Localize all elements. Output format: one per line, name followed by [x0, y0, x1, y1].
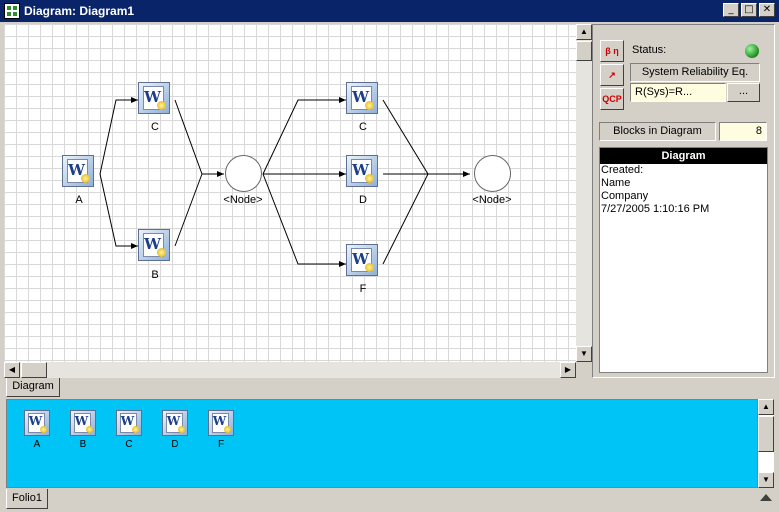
blocks-in-diagram-label: Blocks in Diagram — [599, 122, 716, 141]
tab-folio1[interactable]: Folio1 — [6, 489, 48, 509]
diagram-info-box: Diagram Created: Name Company 7/27/2005 … — [599, 147, 768, 373]
scrollbar-corner — [576, 362, 592, 378]
weibull-block-icon: W — [208, 410, 234, 436]
weibull-block-icon: W — [346, 82, 378, 114]
weibull-block-icon: W — [138, 229, 170, 261]
folio-item-f[interactable]: W — [208, 410, 234, 436]
info-created: Created: — [601, 164, 644, 176]
block-c1[interactable]: W — [138, 82, 172, 116]
equation-ellipsis-button[interactable]: ... — [727, 83, 760, 102]
weibull-block-icon: W — [346, 244, 378, 276]
block-b[interactable]: W — [138, 229, 172, 263]
block-d[interactable]: W — [346, 155, 380, 189]
folio-item-a[interactable]: W — [24, 410, 50, 436]
folio-scroll-thumb[interactable] — [758, 416, 774, 452]
weibull-block-icon: W — [70, 410, 96, 436]
block-label: D — [359, 194, 367, 206]
tab-diagram[interactable]: Diagram — [6, 378, 60, 397]
scroll-up-arrow-icon[interactable]: ▲ — [576, 24, 592, 40]
maximize-button[interactable]: □ — [741, 3, 757, 17]
block-label: F — [359, 283, 367, 295]
info-name: Name — [601, 177, 631, 189]
folio-item-label: D — [171, 439, 179, 450]
expand-arrow-icon[interactable] — [760, 494, 772, 501]
plot-tool-button[interactable]: ↗ — [600, 64, 624, 86]
diagram-app-icon — [4, 3, 20, 19]
scroll-down-arrow-icon[interactable]: ▼ — [758, 472, 774, 488]
diagram-canvas[interactable]: W A W C W B <Node> W C W D W F <Node> — [4, 24, 576, 362]
info-company: Company — [601, 190, 649, 202]
folio-vertical-scrollbar[interactable]: ▲ ▼ — [758, 399, 774, 488]
weibull-block-icon: W — [116, 410, 142, 436]
close-button[interactable]: ✕ — [759, 3, 775, 17]
weibull-block-icon: W — [138, 82, 170, 114]
weibull-block-icon: W — [346, 155, 378, 187]
status-label: Status: — [632, 44, 667, 56]
folio-item-label: F — [217, 439, 225, 450]
folio-item-label: A — [33, 439, 41, 450]
block-f[interactable]: W — [346, 244, 380, 278]
folio-panel[interactable]: W A W B W C W D W F — [6, 399, 758, 488]
weibull-block-icon: W — [162, 410, 188, 436]
node-label: <Node> — [472, 194, 512, 206]
distribution-tool-button[interactable]: β η — [600, 40, 624, 62]
horizontal-scroll-thumb[interactable] — [21, 362, 47, 378]
block-a[interactable]: W — [62, 155, 96, 189]
folio-item-b[interactable]: W — [70, 410, 96, 436]
node-2[interactable] — [474, 155, 511, 192]
folio-item-c[interactable]: W — [116, 410, 142, 436]
vertical-scroll-thumb[interactable] — [576, 41, 592, 61]
node-1[interactable] — [225, 155, 262, 192]
connection-lines — [99, 97, 470, 267]
info-date: 7/27/2005 1:10:16 PM — [601, 203, 710, 215]
window-title-bar[interactable]: Diagram: Diagram1 _ □ ✕ — [0, 0, 779, 22]
minimize-button[interactable]: _ — [723, 3, 739, 17]
system-reliability-equation-label: System Reliability Eq. — [630, 63, 760, 82]
sheet-tab-row — [0, 378, 779, 398]
scroll-up-arrow-icon[interactable]: ▲ — [758, 399, 774, 415]
block-label: B — [151, 269, 159, 281]
weibull-block-icon: W — [62, 155, 94, 187]
block-label: C — [151, 121, 159, 133]
block-c2[interactable]: W — [346, 82, 380, 116]
node-label: <Node> — [223, 194, 263, 206]
window-title: Diagram: Diagram1 — [24, 4, 135, 18]
qcp-tool-button[interactable]: QCP — [600, 88, 624, 110]
equation-value-field[interactable]: R(Sys)=R... — [630, 83, 726, 102]
canvas-horizontal-scrollbar[interactable]: ◀ ▶ — [4, 362, 576, 378]
scroll-left-arrow-icon[interactable]: ◀ — [4, 362, 20, 378]
blocks-in-diagram-count: 8 — [719, 122, 767, 141]
scroll-down-arrow-icon[interactable]: ▼ — [576, 346, 592, 362]
block-label: A — [75, 194, 83, 206]
folio-item-d[interactable]: W — [162, 410, 188, 436]
folio-item-label: C — [125, 439, 133, 450]
scroll-right-arrow-icon[interactable]: ▶ — [560, 362, 576, 378]
folio-item-label: B — [79, 439, 87, 450]
block-label: C — [359, 121, 367, 133]
info-header: Diagram — [600, 148, 767, 164]
weibull-block-icon: W — [24, 410, 50, 436]
canvas-vertical-scrollbar[interactable]: ▲ ▼ — [576, 24, 592, 362]
status-ok-icon — [745, 44, 759, 58]
